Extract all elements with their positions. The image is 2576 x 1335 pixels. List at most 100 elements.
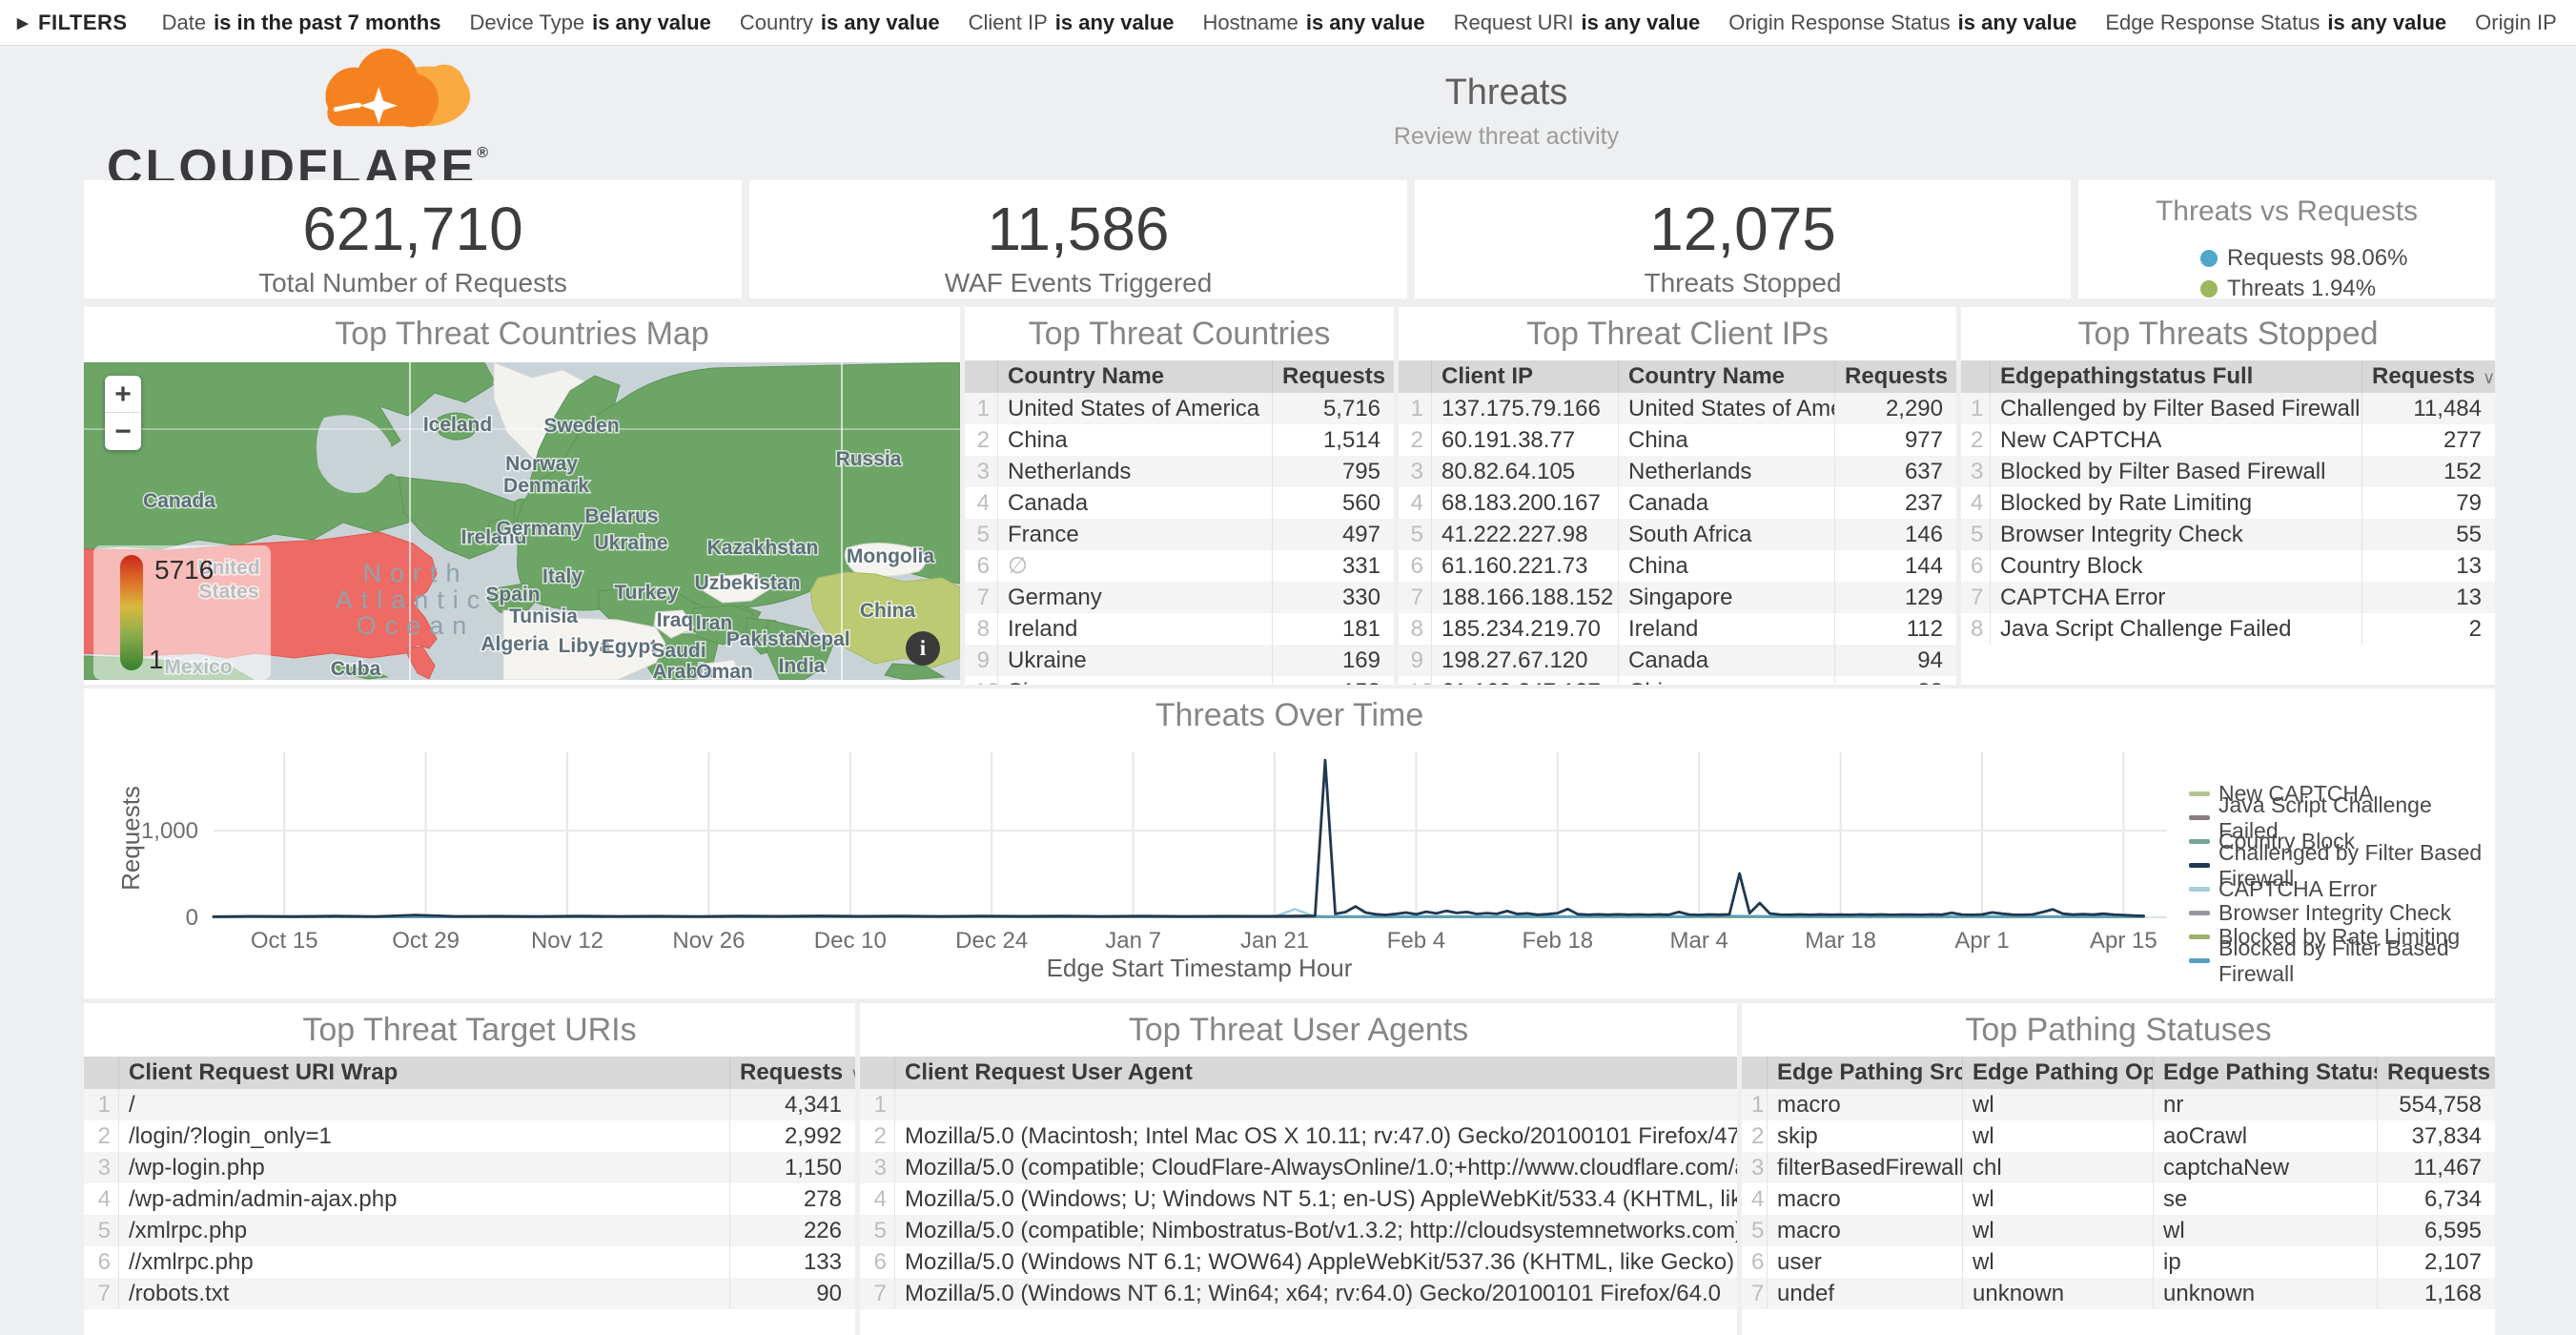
table-row: 6 ∅ 331 xyxy=(965,550,1394,582)
stat-value: 12,075 xyxy=(1415,194,2071,264)
filter-chip[interactable]: Request URIis any value xyxy=(1454,10,1701,35)
map-info-icon[interactable]: i xyxy=(906,631,940,666)
col-requests[interactable]: Requests∨ xyxy=(1834,360,1956,393)
svg-text:Requests: Requests xyxy=(116,786,145,891)
col-edgepathingstatus[interactable]: Edgepathingstatus Full xyxy=(1990,360,2361,393)
table-row: 1 137.175.79.166 United States of Americ… xyxy=(1399,393,1956,424)
svg-text:Canada: Canada xyxy=(143,490,215,512)
col-uri[interactable]: Client Request URI Wrap xyxy=(118,1057,729,1089)
filter-chip[interactable]: Edge Response Statusis any value xyxy=(2105,10,2446,35)
cloudflare-cloud-icon xyxy=(294,48,486,137)
table-row: 2 Mozilla/5.0 (Macintosh; Intel Mac OS X… xyxy=(860,1120,1737,1152)
table-row: 3 /wp-login.php 1,150 xyxy=(84,1152,855,1183)
panel-title: Top Threats Stopped xyxy=(1961,307,2495,360)
svg-text:Feb 4: Feb 4 xyxy=(1387,928,1445,954)
svg-text:Atlantic: Atlantic xyxy=(336,585,489,614)
filter-chip[interactable]: Client IPis any value xyxy=(969,10,1175,35)
panel-title: Top Pathing Statuses xyxy=(1742,1003,2495,1057)
chart-legend-item[interactable]: Browser Integrity Check xyxy=(2189,901,2495,925)
filter-chip[interactable]: Device Typeis any value xyxy=(469,10,710,35)
svg-text:Mar 18: Mar 18 xyxy=(1805,928,1876,954)
svg-text:Nov 26: Nov 26 xyxy=(672,928,745,954)
svg-text:North: North xyxy=(362,559,468,587)
table-row: 10 61.160.247.137 China 88 xyxy=(1399,676,1956,685)
col-requests[interactable]: Requests∨ xyxy=(1272,360,1394,393)
table-header: Edgepathingstatus Full Requests∨ xyxy=(1961,360,2495,393)
table-header: Client IP Country Name Requests∨ xyxy=(1399,360,1956,393)
svg-text:Ukraine: Ukraine xyxy=(594,532,667,554)
table-row: 3 Netherlands 795 xyxy=(965,456,1394,487)
sort-desc-icon: ∨ xyxy=(850,1064,855,1083)
filter-chip[interactable]: Origin IPis any value xyxy=(2475,10,2559,35)
threats-over-time-chart[interactable]: Oct 15Oct 29Nov 12Nov 26Dec 10Dec 24Jan … xyxy=(84,748,2495,994)
table-row: 2 skip wl aoCrawl 37,834 xyxy=(1742,1120,2495,1152)
chart-legend-item[interactable]: Challenged by Filter Based Firewall xyxy=(2189,853,2495,877)
table-body: 1 macro wl nr 554,758 2 skip wl aoCrawl … xyxy=(1742,1089,2495,1335)
filter-chip[interactable]: Hostnameis any value xyxy=(1203,10,1425,35)
svg-text:Mongolia: Mongolia xyxy=(847,545,934,567)
filter-chip[interactable]: Origin Response Statusis any value xyxy=(1728,10,2076,35)
zoom-in-button[interactable]: + xyxy=(105,376,141,413)
legend-dot-icon xyxy=(2200,250,2218,267)
map-legend-gradient xyxy=(120,555,143,670)
col-requests[interactable]: Requests∨ xyxy=(2377,1057,2495,1089)
table-header: Client Request URI Wrap Requests∨ xyxy=(84,1057,855,1089)
map-color-legend: 5716 1 xyxy=(93,545,271,680)
table-row: 1 / 4,341 xyxy=(84,1089,855,1120)
table-row: 2 60.191.38.77 China 977 xyxy=(1399,424,1956,456)
cloudflare-logo: CLOUDFLARE® xyxy=(107,48,492,181)
filter-chip[interactable]: Dateis in the past 7 months xyxy=(162,10,441,35)
svg-text:Sweden: Sweden xyxy=(543,415,619,437)
chart-legend-item[interactable]: Java Script Challenge Failed xyxy=(2189,806,2495,830)
svg-text:Dec 10: Dec 10 xyxy=(814,928,887,954)
table-row: 8 185.234.219.70 Ireland 112 xyxy=(1399,613,1956,645)
threats-vs-requests-title: Threats vs Requests xyxy=(2078,195,2495,228)
svg-text:Uzbekistan: Uzbekistan xyxy=(695,572,801,594)
sort-desc-icon: ∨ xyxy=(1955,368,1956,387)
filter-chip[interactable]: Countryis any value xyxy=(740,10,940,35)
col-edge-pathing-status[interactable]: Edge Pathing Status xyxy=(2153,1057,2377,1089)
svg-text:Tunisia: Tunisia xyxy=(509,606,578,627)
table-row: 5 /xmlrpc.php 226 xyxy=(84,1215,855,1246)
col-country-name[interactable]: Country Name xyxy=(1618,360,1834,393)
col-user-agent[interactable]: Client Request User Agent xyxy=(894,1057,1737,1089)
svg-text:Kazakhstan: Kazakhstan xyxy=(707,537,819,559)
col-country-name[interactable]: Country Name xyxy=(997,360,1272,393)
svg-text:Denmark: Denmark xyxy=(503,475,589,497)
svg-text:Edge Start Timestamp Hour: Edge Start Timestamp Hour xyxy=(1047,954,1353,982)
col-edge-pathing-op[interactable]: Edge Pathing Op xyxy=(1962,1057,2153,1089)
page-header: Threats Review threat activity xyxy=(1220,72,1792,151)
table-body: 1 137.175.79.166 United States of Americ… xyxy=(1399,393,1956,685)
table-row: 6 user wl ip 2,107 xyxy=(1742,1246,2495,1278)
col-client-ip[interactable]: Client IP xyxy=(1431,360,1618,393)
svg-text:Dec 24: Dec 24 xyxy=(955,928,1028,954)
svg-text:Mar 4: Mar 4 xyxy=(1670,928,1728,954)
table-row: 1 Challenged by Filter Based Firewall 11… xyxy=(1961,393,2495,424)
table-row: 7 undef unknown unknown 1,168 xyxy=(1742,1278,2495,1309)
table-row: 10 Singapore 158 xyxy=(965,676,1394,685)
stat-label: Total Number of Requests xyxy=(84,268,742,298)
top-pathing-statuses-panel: Top Pathing Statuses Edge Pathing Src Ed… xyxy=(1742,1003,2495,1335)
table-row: 5 Mozilla/5.0 (compatible; Nimbostratus-… xyxy=(860,1215,1737,1246)
world-map[interactable]: CanadaUnitedStatesMexicoCubaIcelandIrela… xyxy=(84,362,960,680)
chart-legend-item[interactable]: Blocked by Filter Based Firewall xyxy=(2189,949,2495,973)
top-threat-user-agents-panel: Top Threat User Agents Client Request Us… xyxy=(860,1003,1737,1335)
col-requests[interactable]: Requests∨ xyxy=(2361,360,2495,393)
threats-vs-requests-legend: Requests 98.06% Threats 1.94% xyxy=(2200,243,2495,304)
svg-text:Oct 29: Oct 29 xyxy=(392,928,460,954)
svg-text:Italy: Italy xyxy=(542,565,583,587)
zoom-out-button[interactable]: − xyxy=(105,413,141,450)
map-zoom-control: + − xyxy=(105,376,141,450)
table-row: 1 macro wl nr 554,758 xyxy=(1742,1089,2495,1120)
svg-text:Saudi: Saudi xyxy=(651,640,705,662)
table-row: 5 41.222.227.98 South Africa 146 xyxy=(1399,519,1956,550)
panel-title: Top Threat Countries xyxy=(965,307,1394,360)
threats-vs-requests-card: Threats vs Requests Requests 98.06% Thre… xyxy=(2078,180,2495,298)
col-edge-pathing-src[interactable]: Edge Pathing Src xyxy=(1767,1057,1962,1089)
col-requests[interactable]: Requests∨ xyxy=(729,1057,855,1089)
stat-waf-events: 11,586 WAF Events Triggered xyxy=(749,180,1407,298)
map-panel: Top Threat Countries Map xyxy=(84,307,960,685)
stat-label: WAF Events Triggered xyxy=(749,268,1407,298)
svg-text:Russia: Russia xyxy=(836,448,902,470)
filters-toggle[interactable]: ▶ FILTERS xyxy=(17,10,128,35)
